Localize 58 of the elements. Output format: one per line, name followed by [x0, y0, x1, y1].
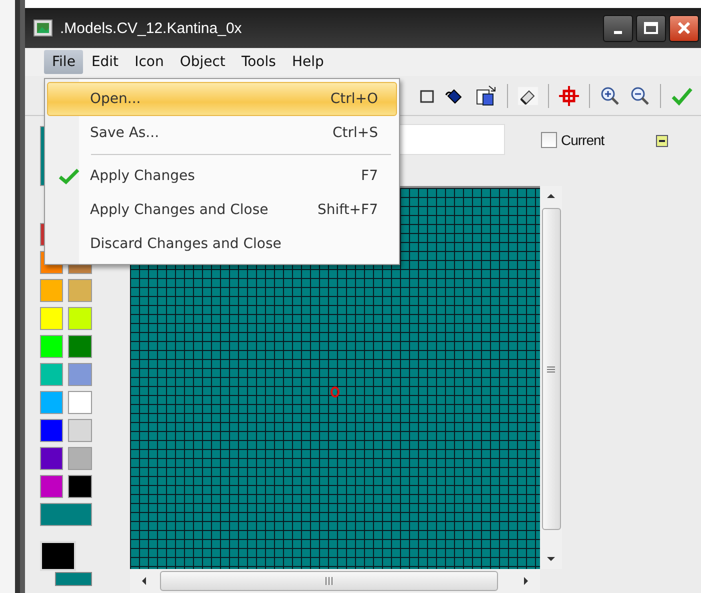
menu-option[interactable]: Save As... Ctrl+S [47, 116, 397, 150]
color-swatch[interactable] [68, 307, 92, 330]
scroll-up-icon[interactable] [546, 192, 556, 200]
color-swatch[interactable] [40, 475, 63, 498]
color-swatch[interactable] [40, 419, 63, 442]
color-swatch[interactable] [40, 503, 92, 526]
rectangle-icon[interactable] [419, 88, 435, 104]
eraser-icon[interactable] [518, 86, 538, 104]
color-swatch[interactable] [68, 363, 92, 386]
crosshair-icon[interactable] [559, 86, 579, 106]
menu-item[interactable]: Edit [83, 50, 127, 74]
scroll-left-icon[interactable] [140, 576, 148, 586]
color-swatch[interactable] [68, 475, 92, 498]
color-swatch[interactable] [68, 391, 92, 414]
scroll-down-icon[interactable] [546, 555, 556, 563]
color-swatch[interactable] [40, 335, 63, 358]
menu-option[interactable]: Open... Ctrl+O [47, 82, 397, 116]
checkmark-icon[interactable] [671, 86, 693, 106]
color-swatch[interactable] [40, 391, 63, 414]
menu-option[interactable]: Apply Changes F7 [47, 159, 397, 193]
menu-option[interactable]: Discard Changes and Close [47, 227, 397, 261]
picture-icon [33, 19, 53, 37]
menu-item[interactable]: Help [284, 50, 332, 74]
menu-item[interactable]: Tools [233, 50, 284, 74]
maximize-icon [644, 22, 658, 34]
color-swatch[interactable] [68, 447, 92, 470]
collapse-icon[interactable] [656, 135, 668, 147]
color-swatch[interactable] [68, 279, 92, 302]
color-swatch[interactable] [40, 279, 63, 302]
menu-item[interactable]: File [44, 50, 84, 74]
checkbox[interactable] [541, 132, 557, 148]
pixel-marker [330, 386, 340, 398]
window-title: .Models.CV_12.Kantina_0x [60, 20, 242, 36]
color-swatch[interactable] [68, 419, 92, 442]
primary-color-swatch[interactable] [40, 541, 76, 571]
color-swatch[interactable] [68, 335, 92, 358]
check-icon [58, 167, 80, 185]
menu-option[interactable]: Apply Changes and Close Shift+F7 [47, 193, 397, 227]
close-button[interactable] [669, 14, 699, 42]
maximize-button[interactable] [636, 14, 666, 42]
paste-icon[interactable] [475, 84, 497, 106]
scroll-thumb[interactable] [542, 208, 560, 530]
scroll-thumb[interactable] [160, 571, 498, 591]
menu-item[interactable]: Object [172, 50, 234, 74]
secondary-color-swatch[interactable] [55, 572, 92, 586]
minimize-icon [614, 30, 622, 34]
color-swatch[interactable] [40, 307, 63, 330]
color-swatch[interactable] [40, 363, 63, 386]
zoom-in-icon[interactable] [600, 86, 620, 106]
minimize-button[interactable] [603, 14, 633, 42]
menu-item[interactable]: Icon [126, 50, 172, 74]
scroll-right-icon[interactable] [522, 576, 530, 586]
color-swatch[interactable] [40, 447, 63, 470]
close-icon [677, 21, 691, 35]
zoom-out-icon[interactable] [630, 86, 650, 106]
vertical-scrollbar[interactable] [540, 186, 562, 569]
checkbox-label: Current [561, 132, 604, 148]
horizontal-scrollbar[interactable] [130, 569, 540, 593]
